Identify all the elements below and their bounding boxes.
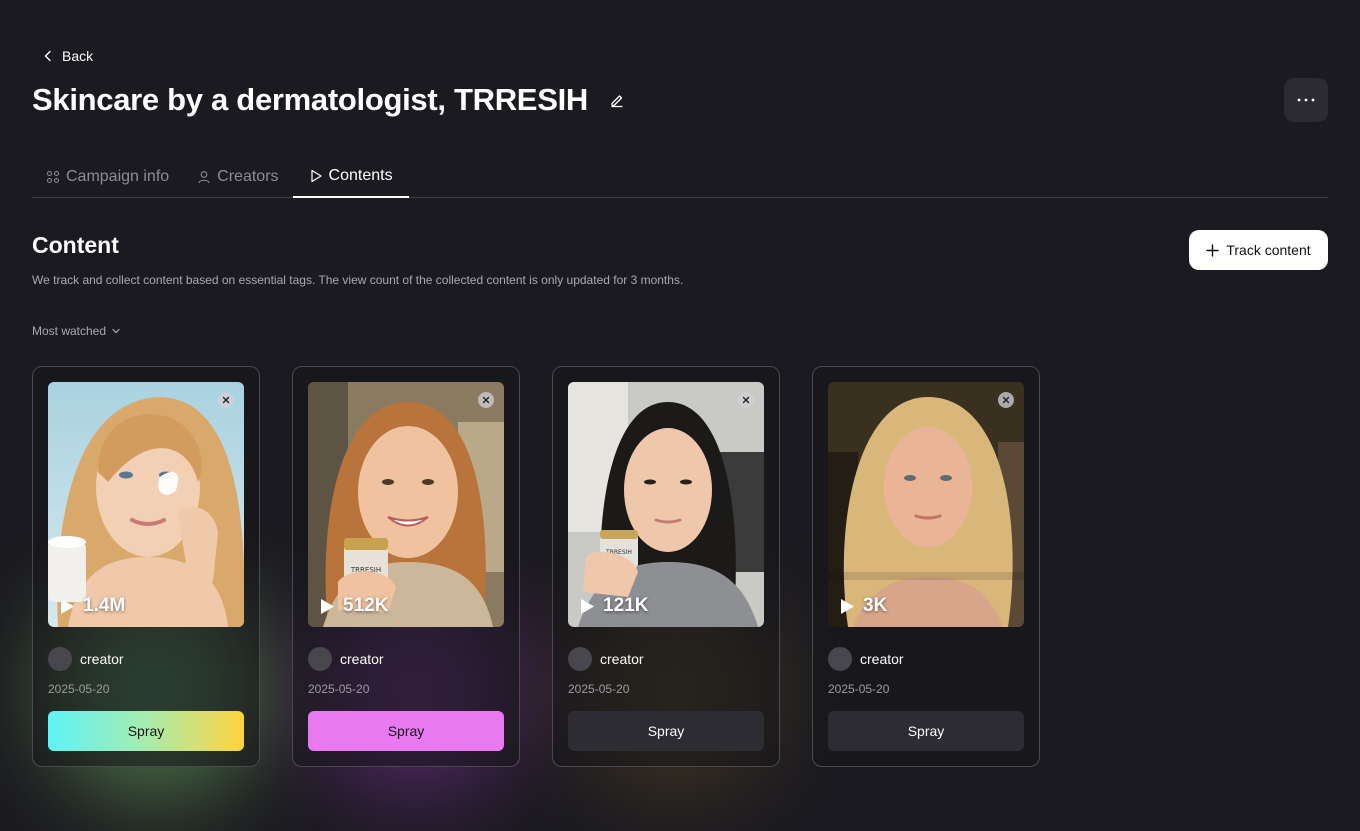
more-horizontal-icon <box>1297 98 1315 102</box>
remove-content-button[interactable] <box>738 392 754 408</box>
tab-bar: Campaign info Creators Contents <box>32 156 1328 198</box>
creator-name: creator <box>340 651 384 667</box>
spray-label: Spray <box>647 723 685 739</box>
thumbnail-image: TRRESIH <box>568 382 764 627</box>
play-icon <box>581 598 594 614</box>
tab-label: Creators <box>217 168 279 185</box>
creator-link[interactable]: creator <box>828 647 904 671</box>
user-icon <box>198 171 210 184</box>
content-card[interactable]: TRRESIH 121K creator 2025-05-20 Spray <box>552 366 780 767</box>
plus-icon <box>1206 243 1220 257</box>
close-icon <box>222 396 230 404</box>
creator-name: creator <box>860 651 904 667</box>
view-count: 1.4M <box>60 595 125 617</box>
remove-content-button[interactable] <box>218 392 234 408</box>
creator-name: creator <box>600 651 644 667</box>
tab-label: Contents <box>328 167 393 184</box>
content-date: 2025-05-20 <box>568 682 630 696</box>
remove-content-button[interactable] <box>998 392 1014 408</box>
sort-dropdown[interactable]: Most watched <box>32 324 121 338</box>
section-title: Content <box>32 232 119 258</box>
view-count-value: 3K <box>863 595 888 616</box>
tab-campaign-info[interactable]: Campaign info <box>32 156 183 198</box>
track-content-label: Track content <box>1226 242 1311 258</box>
thumbnail-image <box>48 382 244 627</box>
creator-link[interactable]: creator <box>48 647 124 671</box>
campaign-icon <box>46 170 60 184</box>
tab-contents[interactable]: Contents <box>292 156 409 198</box>
view-count-value: 121K <box>603 595 649 616</box>
content-thumbnail[interactable]: TRRESIH 121K <box>568 382 764 627</box>
page-title: Skincare by a dermatologist, TRRESIH <box>32 82 588 117</box>
sort-label: Most watched <box>32 324 107 338</box>
close-icon <box>1002 396 1010 404</box>
content-thumbnail[interactable]: 1.4M <box>48 382 244 627</box>
edit-title-button[interactable] <box>604 87 630 113</box>
spray-label: Spray <box>387 723 425 739</box>
page: Back Skincare by a dermatologist, TRRESI… <box>0 0 1360 831</box>
spray-button[interactable]: Spray <box>828 711 1024 751</box>
content-thumbnail[interactable]: TRRESIH 512K <box>308 382 504 627</box>
tab-creators[interactable]: Creators <box>183 156 292 198</box>
content-card[interactable]: 1.4M creator 2025-05-20 Spray <box>32 366 260 767</box>
creator-name: creator <box>80 651 124 667</box>
avatar <box>568 647 592 671</box>
avatar <box>828 647 852 671</box>
play-icon <box>841 598 854 614</box>
content-card[interactable]: TRRESIH 512K creator 2025-05-20 Spray <box>292 366 520 767</box>
close-icon <box>742 396 750 404</box>
content-date: 2025-05-20 <box>308 682 370 696</box>
view-count: 512K <box>320 595 388 617</box>
view-count: 3K <box>840 595 887 617</box>
play-icon <box>310 169 322 183</box>
content-card[interactable]: 3K creator 2025-05-20 Spray <box>812 366 1040 767</box>
creator-link[interactable]: creator <box>568 647 644 671</box>
spray-label: Spray <box>907 723 945 739</box>
pencil-icon <box>611 95 623 108</box>
creator-link[interactable]: creator <box>308 647 384 671</box>
back-label: Back <box>62 48 94 64</box>
content-date: 2025-05-20 <box>828 682 890 696</box>
content-thumbnail[interactable]: 3K <box>828 382 1024 627</box>
back-button[interactable]: Back <box>42 46 93 66</box>
spray-button[interactable]: Spray <box>568 711 764 751</box>
title-row: Skincare by a dermatologist, TRRESIH <box>32 80 630 120</box>
track-content-button[interactable]: Track content <box>1189 230 1328 270</box>
view-count-value: 1.4M <box>83 595 126 616</box>
close-icon <box>482 396 490 404</box>
section-description: We track and collect content based on es… <box>32 273 684 287</box>
play-icon <box>321 598 334 614</box>
spray-button[interactable]: Spray <box>48 711 244 751</box>
avatar <box>308 647 332 671</box>
spray-button[interactable]: Spray <box>308 711 504 751</box>
chevron-left-icon <box>44 50 51 62</box>
thumbnail-image: TRRESIH <box>308 382 504 627</box>
spray-label: Spray <box>127 723 165 739</box>
view-count-value: 512K <box>343 595 389 616</box>
view-count: 121K <box>580 595 648 617</box>
chevron-down-icon <box>112 328 120 334</box>
play-icon <box>61 598 74 614</box>
tab-label: Campaign info <box>66 168 170 185</box>
thumbnail-image <box>828 382 1024 627</box>
more-options-button[interactable] <box>1284 78 1328 122</box>
remove-content-button[interactable] <box>478 392 494 408</box>
content-date: 2025-05-20 <box>48 682 110 696</box>
avatar <box>48 647 72 671</box>
